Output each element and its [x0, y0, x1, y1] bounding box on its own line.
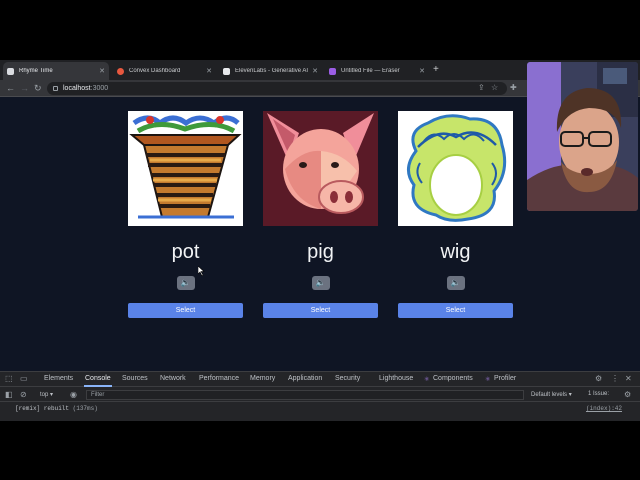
speaker-button[interactable]: 🔈: [311, 276, 330, 290]
devtools-tab-performance[interactable]: Performance: [199, 375, 239, 382]
rhyme-time-favicon-icon: [7, 67, 14, 75]
reload-icon[interactable]: ↻: [34, 82, 42, 94]
clear-console-icon[interactable]: ⊘: [20, 390, 27, 399]
new-tab-icon[interactable]: +: [433, 64, 439, 76]
speaker-button[interactable]: 🔈: [176, 276, 195, 290]
gear-icon[interactable]: ⚙: [624, 390, 631, 399]
bookmark-star-icon[interactable]: ☆: [491, 83, 498, 93]
tab-eraser[interactable]: Untitled File — Eraser ✕: [325, 62, 429, 80]
devtools-tab-memory[interactable]: Memory: [250, 375, 275, 382]
speaker-icon: 🔈: [315, 278, 326, 287]
tab-title: Rhyme Time: [19, 68, 53, 74]
close-icon[interactable]: ✕: [312, 67, 318, 75]
devtools-tab-profiler[interactable]: Profiler: [494, 375, 516, 382]
card-word: pot: [171, 241, 200, 263]
devtools-tab-security[interactable]: Security: [335, 375, 360, 382]
tab-title: Untitled File — Eraser: [341, 68, 400, 74]
address-port: :3000: [90, 85, 109, 92]
devtools-tab-bar: ⬚ ▭ Elements Console Sources Network Per…: [0, 372, 640, 387]
devtools-panel: ⬚ ▭ Elements Console Sources Network Per…: [0, 371, 640, 421]
card-word: wig: [440, 241, 471, 263]
address-host: localhost: [63, 85, 91, 92]
eye-icon[interactable]: ◉: [70, 390, 77, 399]
select-button[interactable]: Select: [263, 303, 378, 318]
more-options-icon[interactable]: ⋮: [611, 374, 619, 383]
close-icon[interactable]: ✕: [625, 374, 632, 383]
tab-convex-dashboard[interactable]: Convex Dashboard ✕: [113, 62, 216, 80]
close-icon[interactable]: ✕: [99, 67, 105, 75]
devtools-tab-sources[interactable]: Sources: [122, 375, 148, 382]
select-button[interactable]: Select: [128, 303, 243, 318]
devtools-tab-network[interactable]: Network: [160, 375, 186, 382]
word-card-pot: pot 🔈 Select: [128, 111, 243, 318]
convex-favicon-icon: [117, 67, 124, 75]
speaker-icon: 🔈: [450, 278, 461, 287]
context-value: top: [40, 392, 49, 398]
issues-counter[interactable]: 1 Issue:: [588, 391, 609, 397]
tab-elevenlabs[interactable]: ElevenLabs - Generative AI Te... ✕: [219, 62, 322, 80]
console-toolbar: ◧ ⊘ top ▾ ◉ Filter Default levels ▾ 1 Is…: [0, 388, 640, 402]
mouse-cursor-icon: [198, 266, 205, 276]
select-button[interactable]: Select: [398, 303, 513, 318]
address-bar[interactable]: localhost:3000: [47, 82, 507, 95]
active-tab-indicator: [84, 385, 112, 387]
context-selector[interactable]: top ▾: [40, 391, 53, 398]
tab-rhyme-time[interactable]: Rhyme Time ✕: [3, 62, 109, 80]
pot-image: [128, 111, 243, 226]
word-card-pig: pig 🔈 Select: [263, 111, 378, 318]
gear-icon[interactable]: ⚙: [595, 374, 602, 383]
extensions-icon[interactable]: ✚: [510, 83, 517, 93]
device-toolbar-icon[interactable]: ▭: [20, 374, 28, 383]
pig-image: [263, 111, 378, 226]
devtools-tab-console[interactable]: Console: [85, 375, 111, 382]
devtools-tab-application[interactable]: Application: [288, 375, 322, 382]
log-levels-label: Default levels: [531, 392, 568, 398]
speaker-button[interactable]: 🔈: [446, 276, 465, 290]
devtools-tab-elements[interactable]: Elements: [44, 375, 73, 382]
tab-title: ElevenLabs - Generative AI Te...: [235, 68, 309, 74]
console-log-line: [remix] rebuilt (137ms) (index):42: [0, 404, 640, 414]
log-duration: (137ms): [72, 405, 98, 412]
back-arrow-icon[interactable]: ←: [6, 82, 15, 94]
react-icon: ⚛: [424, 377, 430, 383]
close-icon[interactable]: ✕: [419, 67, 425, 75]
filter-placeholder: Filter: [91, 392, 105, 398]
console-filter-input[interactable]: Filter: [86, 390, 524, 400]
speaker-icon: 🔈: [180, 278, 191, 287]
card-word: pig: [307, 241, 334, 263]
webcam-overlay: [527, 62, 638, 211]
react-icon: ⚛: [485, 377, 491, 383]
sidebar-toggle-icon[interactable]: ◧: [5, 390, 13, 399]
close-icon[interactable]: ✕: [206, 67, 212, 75]
forward-arrow-icon[interactable]: →: [20, 82, 29, 94]
tab-title: Convex Dashboard: [129, 68, 181, 74]
devtools-tab-lighthouse[interactable]: Lighthouse: [379, 375, 413, 382]
inspect-element-icon[interactable]: ⬚: [5, 374, 13, 383]
wig-image: [398, 111, 513, 226]
elevenlabs-favicon-icon: [223, 67, 230, 75]
devtools-tab-components[interactable]: Components: [433, 375, 473, 382]
share-icon[interactable]: ⇪: [478, 83, 485, 93]
log-message: [remix] rebuilt: [15, 405, 70, 412]
eraser-favicon-icon: [329, 67, 336, 75]
log-source-link[interactable]: (index):42: [586, 404, 622, 414]
word-card-wig: wig 🔈 Select: [398, 111, 513, 318]
site-info-icon[interactable]: [53, 86, 58, 91]
log-levels-dropdown[interactable]: Default levels ▾: [531, 391, 572, 398]
